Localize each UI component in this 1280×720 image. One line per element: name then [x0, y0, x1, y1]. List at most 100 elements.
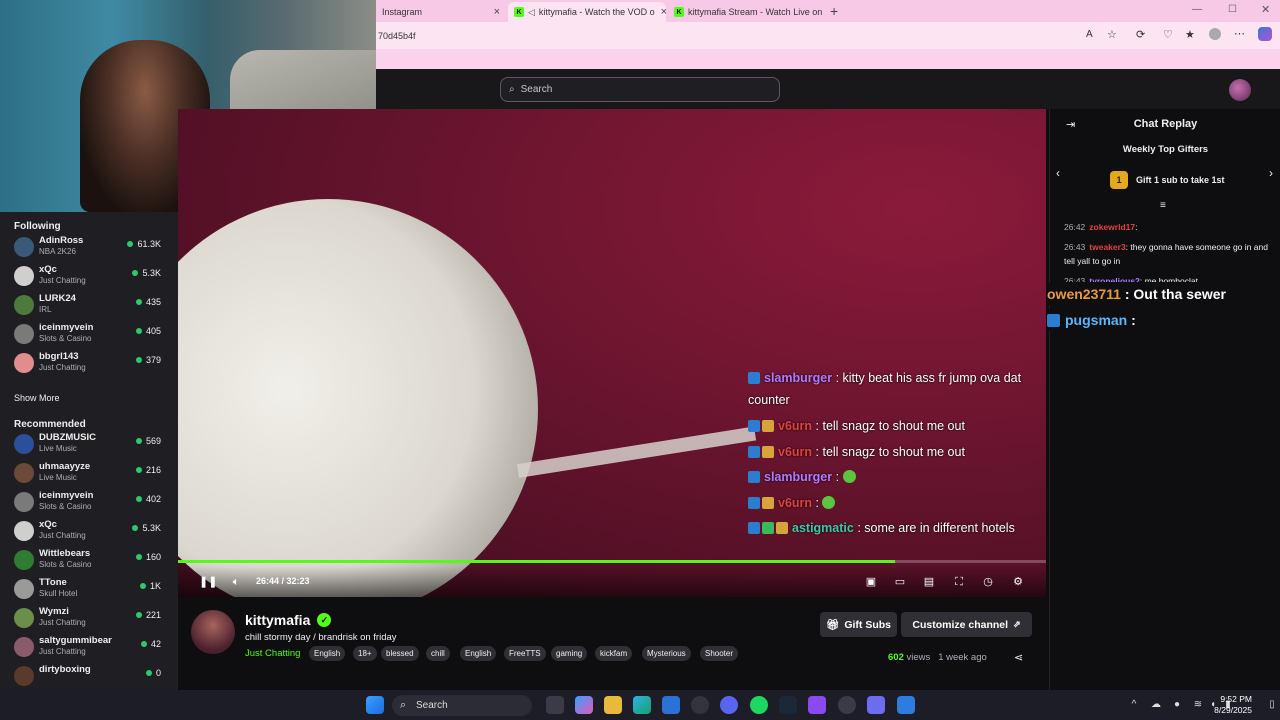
chat-username[interactable]: zokewrld17 — [1089, 222, 1135, 232]
chat-username[interactable]: owen23711 — [1047, 286, 1121, 302]
chevron-right-icon[interactable]: › — [1269, 166, 1273, 180]
system-clock[interactable]: 9:52 PM 8/29/2025 — [1214, 694, 1252, 716]
chat-username[interactable]: tyronelious2 — [1089, 276, 1140, 282]
tag-pill[interactable]: kickfam — [595, 646, 633, 661]
gift-cta[interactable]: 1 Gift 1 sub to take 1st — [1110, 171, 1225, 189]
browser-essentials-icon[interactable]: ♡ — [1163, 28, 1173, 41]
tag-pill[interactable]: FreeTTS — [504, 646, 546, 661]
pause-button[interactable]: ❚❚ — [199, 575, 217, 589]
channel-item[interactable]: iceinmyvein Slots & Casino 405 — [0, 320, 178, 348]
playback-speed-icon[interactable]: ◷ — [981, 575, 995, 589]
close-tab-icon[interactable]: × — [655, 6, 666, 18]
channel-name-row[interactable]: kittymafia ✓ — [245, 612, 332, 628]
channel-item[interactable]: Wittlebears Slots & Casino 160 — [0, 546, 178, 574]
favorite-star-icon[interactable]: ☆ — [1107, 28, 1117, 41]
share-icon[interactable]: ⋖ — [1014, 651, 1023, 664]
onedrive-icon[interactable]: ☁ — [1150, 699, 1162, 711]
show-more-link[interactable]: Show More — [14, 393, 60, 403]
profile-icon[interactable] — [1209, 28, 1221, 40]
close-window-icon[interactable]: ✕ — [1261, 3, 1270, 16]
settings-gear-icon[interactable]: ⚙ — [1011, 575, 1025, 589]
tag-pill[interactable]: gaming — [551, 646, 588, 661]
channel-item[interactable]: bbgrl143 Just Chatting 379 — [0, 349, 178, 377]
mini-player-icon[interactable]: ▣ — [864, 575, 878, 589]
channel-item[interactable]: Wymzi Just Chatting 221 — [0, 604, 178, 632]
chat-username[interactable]: slamburger — [764, 470, 832, 484]
chevron-left-icon[interactable]: ‹ — [1056, 166, 1060, 180]
channel-item[interactable]: xQc Just Chatting 5.3K — [0, 262, 178, 290]
copilot-app-icon[interactable] — [575, 696, 593, 714]
copilot-icon[interactable] — [1258, 27, 1272, 41]
app-icon[interactable] — [838, 696, 856, 714]
steam-icon[interactable] — [779, 696, 797, 714]
discord-icon[interactable] — [720, 696, 738, 714]
stream-category[interactable]: Just Chatting — [245, 648, 300, 659]
chat-username[interactable]: pugsman — [1065, 312, 1127, 328]
channel-item[interactable]: uhmaayyze Live Music 216 — [0, 459, 178, 487]
channel-item[interactable]: LURK24 IRL 435 — [0, 291, 178, 319]
theater-mode-icon[interactable]: ▭ — [893, 575, 907, 589]
tag-pill[interactable]: chill — [426, 646, 450, 661]
volume-button[interactable]: 🔈︎ — [229, 575, 243, 589]
app-icon[interactable] — [897, 696, 915, 714]
picture-in-picture-icon[interactable]: ▤ — [922, 575, 936, 589]
filter-icon[interactable]: ≡ — [1160, 200, 1166, 211]
channel-item[interactable]: DUBZMUSIC Live Music 569 — [0, 430, 178, 458]
customize-channel-button[interactable]: Customize channel ⇗ — [901, 612, 1032, 637]
close-tab-icon[interactable]: × — [488, 6, 500, 18]
chat-username[interactable]: v6urn — [778, 445, 812, 459]
search-input[interactable]: ⌕ Search — [500, 77, 780, 102]
chat-username[interactable]: v6urn — [778, 496, 812, 510]
overlay-chat-message: slamburger : — [748, 466, 1048, 488]
notifications-icon[interactable]: ▯ — [1266, 699, 1278, 711]
browser-tab-active[interactable]: K ◁ kittymafia - Watch the VOD o × — [508, 2, 666, 22]
twitch-icon[interactable] — [808, 696, 826, 714]
chat-username[interactable]: astigmatic — [792, 521, 854, 535]
channel-item[interactable]: iceinmyvein Slots & Casino 402 — [0, 488, 178, 516]
task-view-icon[interactable] — [546, 696, 564, 714]
taskbar-search[interactable]: ⌕ Search — [392, 695, 532, 716]
chat-username[interactable]: v6urn — [778, 419, 812, 433]
file-explorer-icon[interactable] — [604, 696, 622, 714]
channel-item[interactable]: saltygummibear Just Chatting 42 — [0, 633, 178, 661]
browser-tab[interactable]: Instagram × — [376, 2, 506, 22]
more-menu-icon[interactable]: ⋯ — [1234, 27, 1245, 40]
extension-icon[interactable]: ⟳ — [1136, 28, 1145, 41]
minimize-window-icon[interactable]: — — [1192, 4, 1202, 15]
chevron-up-icon[interactable]: ^ — [1128, 699, 1140, 711]
new-tab-button[interactable]: + — [830, 3, 838, 19]
user-avatar[interactable] — [1229, 79, 1251, 101]
wifi-icon[interactable]: ≋ — [1192, 699, 1204, 711]
tag-pill[interactable]: 18+ — [353, 646, 377, 661]
channel-item[interactable]: AdinRoss NBA 2K26 61.3K — [0, 233, 178, 261]
address-bar[interactable]: 70d45b4f A ☆ ⟳ ♡ ★ ⋯ — [376, 22, 1280, 49]
mute-tab-icon[interactable]: ◁ — [528, 7, 535, 18]
tag-pill[interactable]: English — [309, 646, 346, 661]
maximize-window-icon[interactable]: ☐ — [1228, 4, 1237, 15]
chat-username[interactable]: tweaker3 — [1089, 242, 1125, 252]
channel-item[interactable]: xQc Just Chatting 5.3K — [0, 517, 178, 545]
tag-pill[interactable]: blessed — [381, 646, 419, 661]
spotify-icon[interactable] — [750, 696, 768, 714]
chat-username[interactable]: slamburger — [764, 371, 832, 385]
gift-subs-button[interactable]: 🎁︎ Gift Subs — [820, 612, 897, 637]
channel-item[interactable]: dirtyboxing 0 — [0, 662, 178, 690]
tag-pill[interactable]: Shooter — [700, 646, 739, 661]
channel-avatar[interactable] — [191, 610, 235, 654]
tag-pill[interactable]: English — [460, 646, 497, 661]
video-progress-bar[interactable] — [178, 560, 1046, 563]
tag-pill[interactable]: Mysterious — [642, 646, 691, 661]
windows-start-icon[interactable] — [366, 696, 384, 714]
app-icon[interactable] — [867, 696, 885, 714]
channel-item[interactable]: TTone Skull Hotel 1K — [0, 575, 178, 603]
microphone-icon[interactable]: ● — [1171, 699, 1183, 711]
browser-tab[interactable]: K kittymafia Stream - Watch Live on × — [668, 2, 826, 22]
collections-icon[interactable]: ★ — [1185, 28, 1195, 41]
app-icon[interactable] — [691, 696, 709, 714]
fullscreen-icon[interactable]: ⛶ — [952, 575, 966, 589]
read-aloud-icon[interactable]: A — [1086, 29, 1093, 40]
edge-browser-icon[interactable] — [633, 696, 651, 714]
microsoft-store-icon[interactable] — [662, 696, 680, 714]
close-tab-icon[interactable]: × — [822, 6, 826, 18]
chat-message: 26:43 tweaker3: they gonna have someone g… — [1064, 242, 1268, 266]
